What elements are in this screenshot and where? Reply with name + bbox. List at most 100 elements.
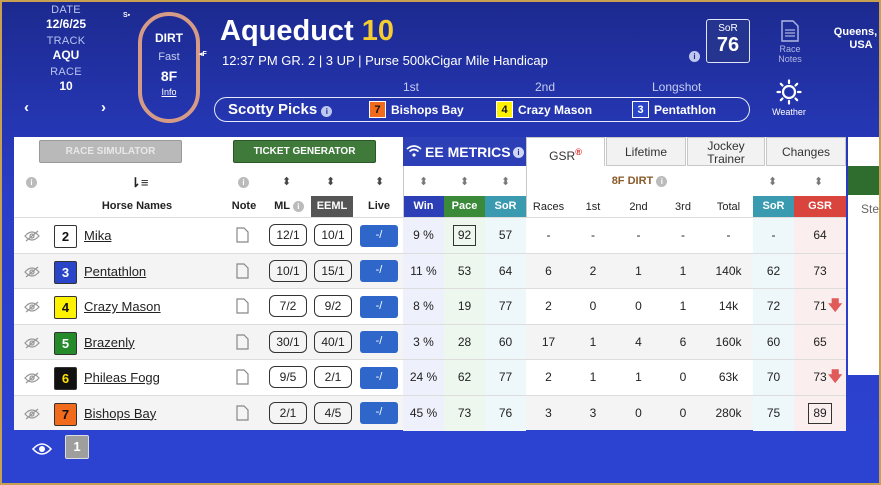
ticket-generator-button[interactable]: TICKET GENERATOR bbox=[233, 140, 376, 163]
sort-icon[interactable]: ⬍ bbox=[282, 175, 291, 188]
info-icon[interactable]: i bbox=[292, 201, 304, 212]
page-button[interactable]: 1 bbox=[65, 435, 89, 459]
ml-odds: 30/1 bbox=[265, 325, 311, 360]
horse-name-link[interactable]: Brazenly bbox=[84, 325, 135, 360]
live-odds-button[interactable]: -/ bbox=[359, 325, 399, 360]
table-row[interactable]: 5 Brazenly 30/1 40/1 -/3 % 28 60 17 1 4 6 160k 60 65 bbox=[14, 323, 846, 360]
track-condition: Fast bbox=[158, 51, 180, 63]
race-simulator-button[interactable]: RACE SIMULATOR bbox=[39, 140, 182, 163]
eeml-odds: 4/5 bbox=[311, 396, 355, 431]
race-info: DATE 12/6/25 TRACK AQU RACE 10 bbox=[16, 4, 116, 97]
sort-icon[interactable]: ⬍ bbox=[419, 175, 428, 188]
track-oval: DIRT Fast 8F Info bbox=[138, 12, 200, 123]
total-value: - bbox=[726, 228, 731, 242]
info-icon[interactable]: i bbox=[513, 147, 524, 158]
hide-eye-icon[interactable] bbox=[24, 300, 40, 318]
note-icon[interactable] bbox=[236, 404, 249, 426]
sort-icon[interactable]: ⬍ bbox=[375, 175, 384, 188]
live-odds-button[interactable]: -/ bbox=[359, 254, 399, 289]
pick-first[interactable]: 7 Bishops Bay bbox=[369, 101, 464, 118]
date-value[interactable]: 12/6/25 bbox=[16, 17, 116, 32]
horse-name-link[interactable]: Phileas Fogg bbox=[84, 360, 160, 395]
table-row[interactable]: 4 Crazy Mason 7/2 9/2 -/8 % 19 77 2 0 0 1 14k 72 71 🡇 bbox=[14, 288, 846, 324]
tab-lifetime[interactable]: Lifetime bbox=[606, 137, 686, 166]
tab-jockey-trainer[interactable]: Jockey Trainer bbox=[687, 137, 765, 166]
tab-changes[interactable]: Changes bbox=[766, 137, 846, 166]
sort-icon[interactable]: ⬍ bbox=[768, 175, 777, 188]
info-icon[interactable]: i bbox=[656, 176, 668, 187]
race-notes-label-2: Notes bbox=[778, 54, 802, 64]
ml-odds: 2/1 bbox=[265, 396, 311, 431]
hide-eye-icon[interactable] bbox=[24, 336, 40, 354]
sort-icon[interactable]: ⬍ bbox=[501, 175, 510, 188]
sort-icon[interactable]: ⇂≡ bbox=[130, 175, 148, 191]
live-odds-button[interactable]: -/ bbox=[359, 360, 399, 395]
info-icon[interactable]: i bbox=[321, 106, 333, 117]
hide-eye-icon[interactable] bbox=[24, 265, 40, 283]
live-odds-button[interactable]: -/ bbox=[359, 218, 399, 253]
live-odds-button[interactable]: -/ bbox=[359, 289, 399, 324]
start-marker: S▪ bbox=[123, 12, 131, 19]
pick-longshot[interactable]: 3 Pentathlon bbox=[632, 101, 716, 118]
race-label: RACE bbox=[50, 66, 82, 78]
weather-button[interactable]: Weather bbox=[766, 79, 812, 117]
horse-name-link[interactable]: Bishops Bay bbox=[84, 396, 156, 431]
gsr-value: 65 bbox=[794, 324, 846, 360]
post-position-badge: 4 bbox=[54, 296, 77, 319]
win-pct: 11 % bbox=[403, 253, 444, 289]
note-icon[interactable] bbox=[236, 333, 249, 355]
eeml-odds: 9/2 bbox=[311, 289, 355, 324]
races-value: 17 bbox=[541, 334, 556, 349]
sort-icon[interactable]: ⬍ bbox=[326, 175, 335, 188]
third-value: - bbox=[681, 228, 685, 242]
pace-value: 53 bbox=[444, 253, 485, 289]
next-race-arrow[interactable]: › bbox=[101, 99, 106, 116]
sor-value: 60 bbox=[485, 324, 526, 360]
note-icon[interactable] bbox=[236, 369, 249, 390]
tab-gsr[interactable]: GSR® bbox=[526, 137, 605, 166]
first-value: 1 bbox=[589, 334, 597, 349]
track-info-link[interactable]: Info bbox=[142, 87, 196, 97]
note-icon[interactable] bbox=[236, 227, 249, 248]
win-pct: 3 % bbox=[403, 324, 444, 360]
pace-value: 19 bbox=[444, 289, 485, 324]
table-row[interactable]: 7 Bishops Bay 2/1 4/5 -/45 % 73 76 3 3 0 0 280k 75 8… bbox=[14, 394, 846, 431]
race-notes-button[interactable]: Race Notes bbox=[772, 20, 808, 64]
races-value: 2 bbox=[545, 370, 552, 384]
info-icon[interactable]: i bbox=[238, 177, 249, 188]
eye-icon[interactable] bbox=[31, 442, 53, 461]
info-icon[interactable]: i bbox=[26, 177, 37, 188]
race-number: 10 bbox=[361, 15, 395, 47]
note-icon[interactable] bbox=[236, 298, 249, 319]
hide-eye-icon[interactable] bbox=[24, 407, 40, 425]
sort-icon[interactable]: ⬍ bbox=[814, 175, 823, 188]
col-eeml: EEML bbox=[311, 196, 353, 217]
horse-name-link[interactable]: Pentathlon bbox=[84, 254, 146, 289]
horse-name-link[interactable]: Crazy Mason bbox=[84, 289, 161, 324]
post-position-badge: 2 bbox=[54, 225, 77, 248]
races-value: - bbox=[546, 228, 551, 242]
pick-second[interactable]: 4 Crazy Mason bbox=[496, 101, 592, 118]
hide-eye-icon[interactable] bbox=[24, 229, 40, 247]
live-odds-button[interactable]: -/ bbox=[359, 396, 399, 431]
note-icon[interactable] bbox=[236, 262, 249, 284]
scotty-picks: Scotty Picks i 7 Bishops Bay 4 Crazy Mas… bbox=[214, 97, 750, 122]
table-row[interactable]: 6 Phileas Fogg 9/5 2/1 -/24 % 62 77 2 1 1 0 63k 70 7… bbox=[14, 359, 846, 395]
sor-badge-value: 76 bbox=[716, 34, 740, 56]
race-value[interactable]: 10 bbox=[16, 79, 116, 94]
table-row[interactable]: 3 Pentathlon 10/1 15/1 -/11 % 53 64 6 2 1 1 140k 62… bbox=[14, 252, 846, 289]
prev-race-arrow[interactable]: ‹ bbox=[24, 99, 29, 116]
sort-icon[interactable]: ⬍ bbox=[460, 175, 469, 188]
ee-metrics-header: EE METRICS i bbox=[403, 137, 526, 166]
sor-2-value: - bbox=[753, 218, 794, 253]
pick-header-1st: 1st bbox=[403, 80, 420, 94]
sun-icon bbox=[776, 79, 802, 105]
ml-odds: 7/2 bbox=[265, 289, 311, 324]
sor-info-icon[interactable]: i bbox=[689, 51, 700, 62]
track-value[interactable]: AQU bbox=[16, 48, 116, 63]
table-row[interactable]: 2 Mika 12/1 10/1 -/9 % 92 57- - - - - -64 bbox=[14, 217, 846, 253]
hide-eye-icon[interactable] bbox=[24, 371, 40, 389]
races-value: 6 bbox=[545, 263, 552, 278]
col-ml: ML i bbox=[266, 200, 312, 212]
horse-name-link[interactable]: Mika bbox=[84, 218, 111, 253]
